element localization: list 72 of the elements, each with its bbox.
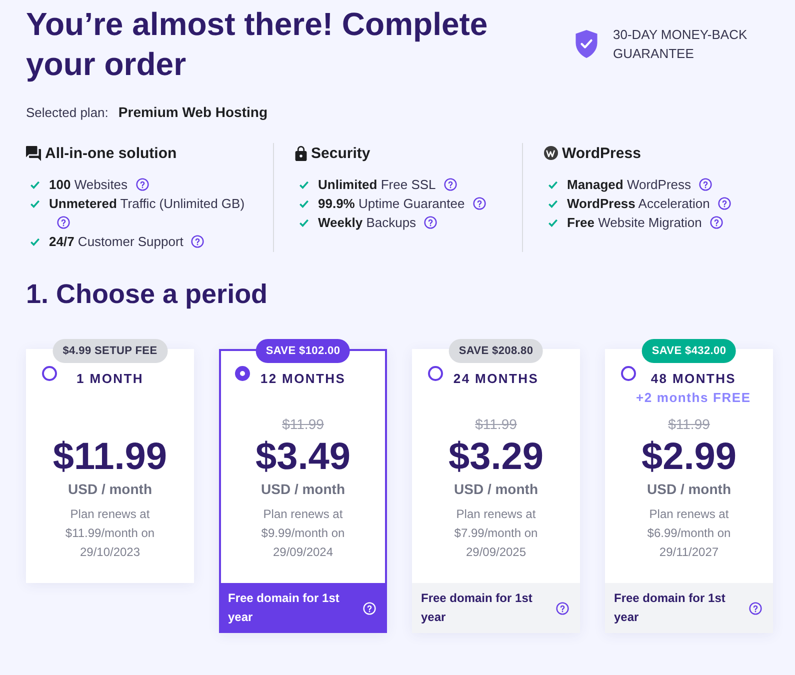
free-domain-text: Free domain for 1st year: [228, 590, 340, 626]
guarantee-text: 30-DAY MONEY-BACK GUARANTEE: [613, 26, 748, 63]
check-icon: [548, 181, 558, 189]
plan-price: $2.99: [641, 435, 737, 479]
free-domain-text: Free domain for 1st year: [421, 590, 534, 626]
old-price: $11.99: [475, 415, 517, 433]
help-icon[interactable]: [699, 178, 712, 191]
shield-check-icon: [575, 30, 598, 58]
help-icon[interactable]: [718, 197, 731, 210]
check-icon: [548, 219, 558, 227]
help-icon[interactable]: [556, 602, 569, 614]
feature-text: WordPress Acceleration: [567, 196, 710, 211]
renewal-text: Plan renews at $7.99/month on 29/09/2025: [453, 506, 539, 561]
help-icon[interactable]: [472, 197, 486, 210]
price-badge: SAVE $432.00: [642, 339, 736, 363]
check-icon: [30, 200, 40, 208]
old-price: $11.99: [668, 415, 710, 433]
bonus-text: +2 months FREE: [636, 389, 751, 407]
check-icon: [299, 181, 309, 189]
renewal-text: Plan renews at $6.99/month on 29/11/2027: [646, 506, 732, 561]
feature-group-title: Security: [311, 144, 370, 162]
feature-text: Free Website Migration: [567, 215, 702, 230]
feature-group-title: All-in-one solution: [45, 144, 177, 162]
plan-period: 1 MONTH: [76, 371, 144, 387]
old-price: $11.99: [282, 415, 324, 433]
help-icon[interactable]: [749, 602, 762, 614]
plan-period: 48 MONTHS: [650, 371, 736, 387]
feature-group-title: WordPress: [562, 144, 641, 162]
help-icon[interactable]: [444, 178, 457, 191]
plan-period: 24 MONTHS: [453, 371, 539, 387]
selected-plan-name: Premium Web Hosting: [118, 103, 268, 121]
feature-text: Unmetered Traffic (Unlimited GB): [49, 196, 245, 211]
renewal-text: Plan renews at $11.99/month on 29/10/2023: [64, 506, 156, 561]
help-icon[interactable]: [136, 178, 149, 191]
help-icon[interactable]: [710, 216, 723, 229]
radio-button[interactable]: [42, 366, 57, 381]
plan-period: 12 MONTHS: [260, 371, 346, 387]
feature-text: Unlimited Free SSL: [318, 177, 436, 192]
chat-bubbles-icon: [26, 146, 41, 160]
renewal-text: Plan renews at $9.99/month on 29/09/2024: [260, 506, 346, 561]
price-unit: USD / month: [647, 480, 731, 499]
feature-text: 24/7 Customer Support: [49, 234, 184, 249]
wordpress-logo-icon: [544, 146, 558, 160]
price-badge: SAVE $208.80: [448, 339, 544, 363]
radio-button[interactable]: [235, 366, 250, 381]
help-icon[interactable]: [57, 216, 70, 229]
radio-button[interactable]: [428, 366, 443, 381]
feature-text: 100 Websites: [49, 177, 128, 192]
help-icon[interactable]: [191, 235, 204, 248]
selected-plan-label: Selected plan:: [26, 104, 108, 122]
price-unit: USD / month: [454, 480, 538, 499]
price-unit: USD / month: [261, 480, 345, 499]
free-domain-text: Free domain for 1st year: [614, 590, 726, 626]
price-badge: SAVE $102.00: [256, 339, 350, 363]
help-icon[interactable]: [424, 216, 438, 229]
price-badge: $4.99 SETUP FEE: [52, 339, 168, 363]
check-icon: [299, 219, 309, 227]
lock-icon: [295, 146, 307, 160]
plan-price: $3.29: [448, 435, 544, 479]
check-icon: [30, 238, 40, 246]
price-unit: USD / month: [68, 480, 152, 499]
feature-text: Weekly Backups: [318, 215, 416, 230]
radio-button[interactable]: [621, 366, 636, 381]
check-icon: [299, 200, 309, 208]
feature-text: 99.9% Uptime Guarantee: [318, 196, 465, 211]
check-icon: [548, 200, 558, 208]
page-title: You’re almost there! Complete your order: [26, 5, 489, 84]
check-icon: [30, 181, 40, 189]
plan-price: $3.49: [255, 435, 351, 479]
section-title: 1. Choose a period: [26, 278, 269, 311]
plan-price: $11.99: [52, 435, 168, 479]
feature-text: Managed WordPress: [567, 177, 692, 192]
